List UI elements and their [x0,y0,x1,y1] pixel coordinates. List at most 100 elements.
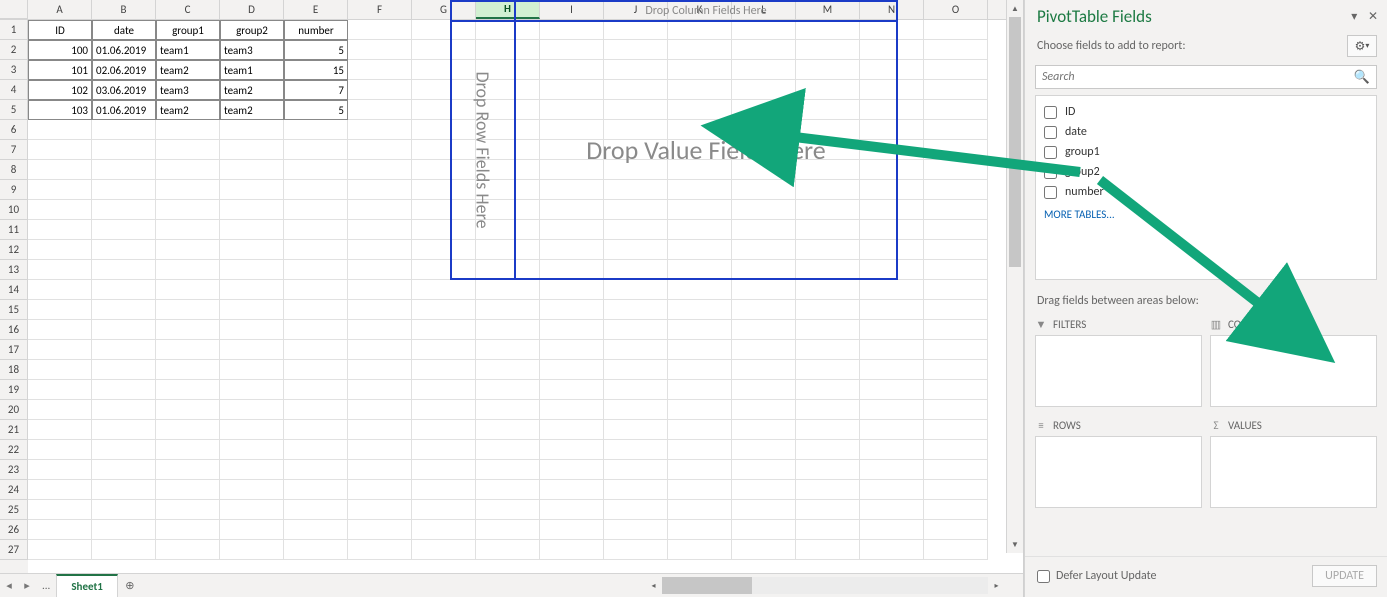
pane-dropdown-icon[interactable]: ▾ [1348,9,1360,24]
cell[interactable] [540,480,604,500]
cell[interactable] [924,200,988,220]
cell[interactable] [412,360,476,380]
cell[interactable] [156,140,220,160]
cell[interactable] [156,520,220,540]
horizontal-scrollbar[interactable]: ◂ ▸ [645,577,1005,594]
cell[interactable] [732,480,796,500]
cell[interactable] [924,140,988,160]
cell[interactable] [348,420,412,440]
cell[interactable] [412,500,476,520]
cell[interactable] [540,360,604,380]
cell[interactable] [92,120,156,140]
cell[interactable]: 5 [284,40,348,60]
cell[interactable] [156,160,220,180]
cell[interactable] [92,340,156,360]
cell[interactable] [924,540,988,560]
cell[interactable] [28,440,92,460]
cell[interactable] [220,260,284,280]
cell[interactable] [604,300,668,320]
row-header[interactable]: 13 [0,260,28,280]
cell[interactable] [476,480,540,500]
cell[interactable] [860,400,924,420]
vertical-scrollbar[interactable]: ▲ ▼ [1006,0,1023,553]
cell[interactable] [220,300,284,320]
row-header[interactable]: 22 [0,440,28,460]
cell[interactable] [604,320,668,340]
cell[interactable] [284,380,348,400]
cell[interactable] [796,420,860,440]
row-header[interactable]: 8 [0,160,28,180]
h-scroll-thumb[interactable] [662,577,752,594]
cell[interactable] [732,440,796,460]
cell[interactable] [348,320,412,340]
cell[interactable] [604,380,668,400]
cell[interactable] [604,340,668,360]
cell[interactable] [860,480,924,500]
cell[interactable] [156,460,220,480]
cell[interactable]: team1 [220,60,284,80]
cell[interactable] [28,260,92,280]
scroll-up-icon[interactable]: ▲ [1007,0,1023,17]
cell[interactable]: ID [28,20,92,40]
row-header[interactable]: 15 [0,300,28,320]
field-search[interactable]: 🔍 [1035,65,1377,89]
cell[interactable] [412,460,476,480]
cell[interactable] [28,320,92,340]
cell[interactable] [540,540,604,560]
cell[interactable]: team2 [220,80,284,100]
cell[interactable] [412,340,476,360]
col-header-B[interactable]: B [92,0,156,19]
cell[interactable] [28,280,92,300]
rows-drop-zone[interactable] [1035,436,1202,508]
cell[interactable] [348,380,412,400]
cell[interactable] [28,160,92,180]
cell[interactable] [604,400,668,420]
cell[interactable] [284,440,348,460]
cell[interactable] [924,520,988,540]
cell[interactable] [924,500,988,520]
cell[interactable] [220,460,284,480]
cell[interactable] [540,440,604,460]
row-header[interactable]: 26 [0,520,28,540]
cell[interactable] [220,120,284,140]
cell[interactable] [476,520,540,540]
sheet-tab-active[interactable]: Sheet1 [56,574,118,597]
cell[interactable] [220,540,284,560]
values-drop-zone[interactable] [1210,436,1377,508]
cell[interactable] [284,240,348,260]
field-layout-settings-button[interactable]: ⚙▾ [1347,35,1377,57]
cell[interactable] [220,320,284,340]
cell[interactable] [284,160,348,180]
cell[interactable] [604,460,668,480]
cell[interactable] [284,360,348,380]
cell[interactable] [220,240,284,260]
cell[interactable] [860,280,924,300]
row-header[interactable]: 4 [0,80,28,100]
cell[interactable] [348,200,412,220]
row-header[interactable]: 9 [0,180,28,200]
cell[interactable] [604,440,668,460]
row-header[interactable]: 27 [0,540,28,560]
tab-overflow[interactable]: ... [36,579,56,592]
cell[interactable] [220,380,284,400]
cell[interactable] [28,300,92,320]
cell[interactable] [348,460,412,480]
cell[interactable] [156,440,220,460]
field-list[interactable]: ID date group1 group2 number MORE TABLES… [1035,95,1377,280]
cell[interactable] [156,280,220,300]
cell[interactable]: team2 [156,60,220,80]
cell[interactable] [92,180,156,200]
field-checkbox[interactable] [1044,126,1057,139]
cell[interactable] [668,480,732,500]
cell[interactable] [476,460,540,480]
cell[interactable] [412,480,476,500]
cell[interactable] [28,140,92,160]
pivot-column-drop-zone[interactable]: Drop Column Fields Here [516,2,896,20]
cell[interactable] [28,180,92,200]
cell[interactable] [412,420,476,440]
cell[interactable] [924,320,988,340]
cell[interactable] [92,280,156,300]
cell[interactable] [796,280,860,300]
cell[interactable] [668,420,732,440]
field-item-number[interactable]: number [1042,182,1370,202]
